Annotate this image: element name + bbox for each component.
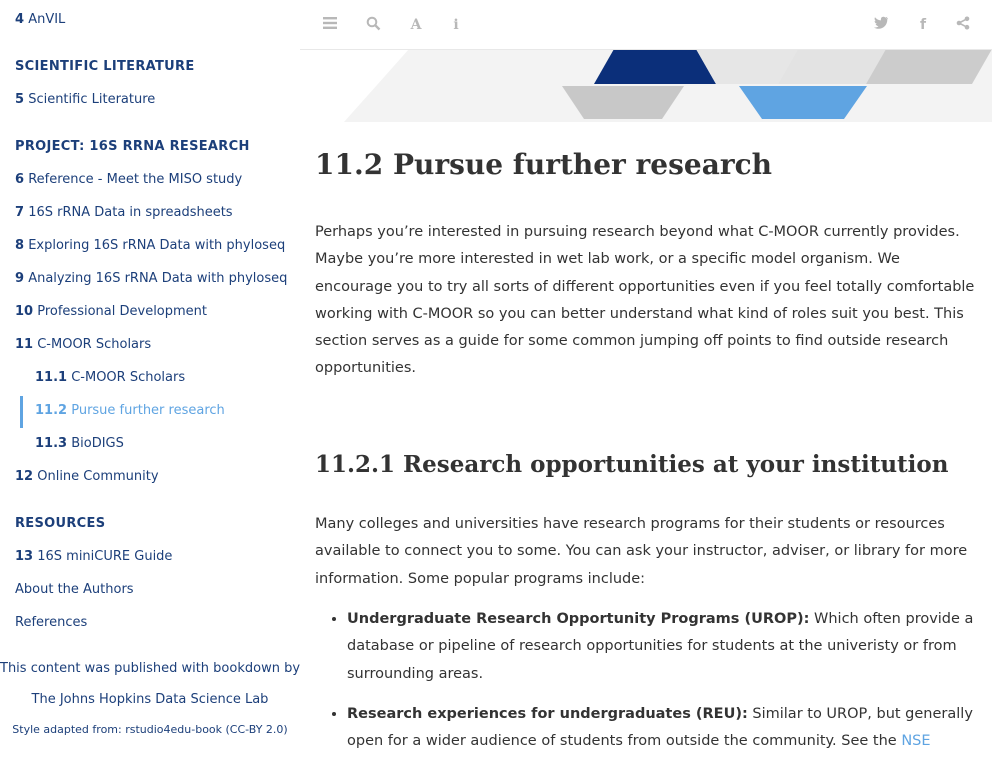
twitter-icon[interactable] xyxy=(872,16,890,34)
subsection-title: 11.2.1 Research opportunities at your in… xyxy=(315,451,949,478)
share-icon[interactable] xyxy=(954,16,972,34)
toc-item-number: 11 xyxy=(15,337,34,352)
published-by-text: This content was published with bookdown… xyxy=(0,661,300,676)
font-icon[interactable]: A xyxy=(407,16,425,34)
section-title: 11.2 Pursue further research xyxy=(315,148,772,181)
menu-icon[interactable] xyxy=(321,16,339,34)
toc-item-references[interactable]: References xyxy=(15,615,87,630)
jhu-lab-link[interactable]: The Johns Hopkins Data Science Lab xyxy=(0,692,300,707)
list-item: Undergraduate Research Opportunity Progr… xyxy=(347,606,992,688)
toc-item-label: Online Community xyxy=(37,469,159,484)
list-item-title: Undergraduate Research Opportunity Progr… xyxy=(347,611,810,627)
toc-item-number: 8 xyxy=(15,238,25,253)
toc-item-label: Professional Development xyxy=(37,304,208,319)
toc-item-number: 5 xyxy=(15,92,25,107)
toc-item-label: BioDIGS xyxy=(71,436,124,451)
toc-item-9[interactable]: 9 Analyzing 16S rRNA Data with phyloseq xyxy=(15,271,287,286)
toc-item-number: 4 xyxy=(15,12,25,27)
toc-item-6[interactable]: 6 Reference - Meet the MISO study xyxy=(15,172,242,187)
toc-item-7[interactable]: 7 16S rRNA Data in spreadsheets xyxy=(15,205,233,220)
facebook-icon[interactable]: f xyxy=(914,16,932,34)
toc-item-13[interactable]: 13 16S miniCURE Guide xyxy=(15,549,172,564)
toc-item-label: 16S rRNA Data in spreadsheets xyxy=(28,205,233,220)
book-toolbar: A i f xyxy=(300,0,992,50)
toc-item-label: Reference - Meet the MISO study xyxy=(28,172,243,187)
toc-item-label: Analyzing 16S rRNA Data with phyloseq xyxy=(28,271,288,286)
sidebar-toc: 4 AnVIL SCIENTIFIC LITERATURE 5 Scientif… xyxy=(0,0,300,744)
toc-header-resources: RESOURCES xyxy=(15,516,106,531)
toc-item-about-authors[interactable]: About the Authors xyxy=(15,582,134,597)
style-credit[interactable]: Style adapted from: rstudio4edu-book (CC… xyxy=(0,723,300,736)
toc-item-number: 9 xyxy=(15,271,25,286)
active-indicator xyxy=(20,396,23,428)
toc-item-11[interactable]: 11 C-MOOR Scholars xyxy=(15,337,151,352)
toc-header-scientific-literature: SCIENTIFIC LITERATURE xyxy=(15,59,195,74)
toc-item-label: Exploring 16S rRNA Data with phyloseq xyxy=(28,238,286,253)
toc-item-number: 12 xyxy=(15,469,34,484)
list-item-title: Research experiences for undergraduates … xyxy=(347,705,748,722)
toc-item-10[interactable]: 10 Professional Development xyxy=(15,304,207,319)
toc-item-label: AnVIL xyxy=(28,12,66,27)
toc-item-number: 11.1 xyxy=(35,370,68,385)
toc-item-11-2-active[interactable]: 11.2 Pursue further research xyxy=(35,403,225,418)
toc-item-number: 10 xyxy=(15,304,34,319)
search-icon[interactable] xyxy=(364,16,382,34)
toc-item-label: Pursue further research xyxy=(71,403,225,418)
intro-paragraph: Perhaps you’re interested in pursuing re… xyxy=(315,224,975,377)
toc-item-5[interactable]: 5 Scientific Literature xyxy=(15,92,155,107)
toc-header-project: PROJECT: 16S RRNA RESEARCH xyxy=(15,139,250,154)
decorative-banner xyxy=(314,49,992,122)
toc-item-label: Scientific Literature xyxy=(28,92,156,107)
toc-item-8[interactable]: 8 Exploring 16S rRNA Data with phyloseq xyxy=(15,238,285,253)
toc-item-11-1[interactable]: 11.1 C-MOOR Scholars xyxy=(35,370,185,385)
toc-item-label: 16S miniCURE Guide xyxy=(37,549,173,564)
toc-item-number: 13 xyxy=(15,549,34,564)
toc-item-11-3[interactable]: 11.3 BioDIGS xyxy=(35,436,124,451)
toc-item-number: 11.3 xyxy=(35,436,68,451)
nsf-link[interactable]: NSE xyxy=(901,733,930,749)
toc-item-label: C-MOOR Scholars xyxy=(37,337,152,352)
toc-item-number: 6 xyxy=(15,172,25,187)
toc-item-number: 11.2 xyxy=(35,403,68,418)
toc-item-4[interactable]: 4 AnVIL xyxy=(15,12,65,27)
subsection-paragraph: Many colleges and universities have rese… xyxy=(315,516,968,587)
toc-item-number: 7 xyxy=(15,205,25,220)
toc-item-label: C-MOOR Scholars xyxy=(71,370,186,385)
toc-item-12[interactable]: 12 Online Community xyxy=(15,469,159,484)
list-item: Research experiences for undergraduates … xyxy=(347,701,992,756)
info-icon[interactable]: i xyxy=(447,16,465,34)
